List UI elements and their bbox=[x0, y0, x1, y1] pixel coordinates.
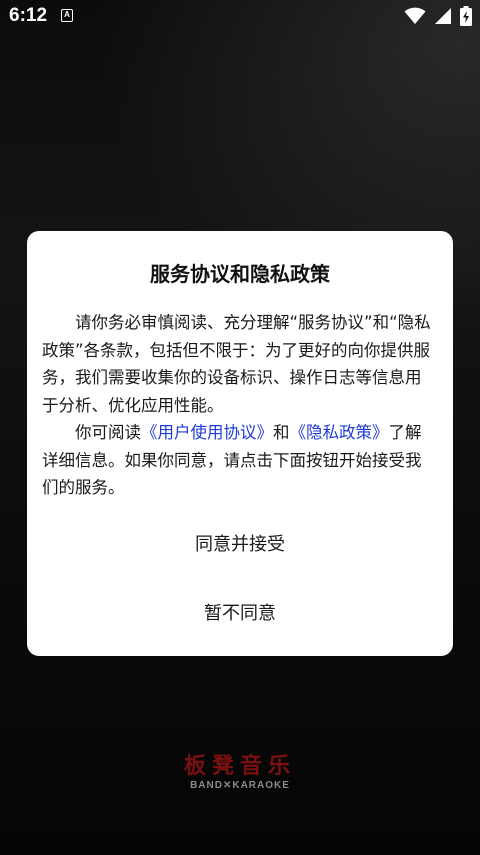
wifi-icon bbox=[404, 7, 426, 24]
brand-logo: 板凳音乐 BAND✕KARAOKE bbox=[0, 748, 480, 791]
dialog-paragraph-2: 你可阅读《用户使用协议》和《隐私政策》了解详细信息。如果你同意，请点击下面按钮开… bbox=[42, 419, 436, 502]
status-time: 6:12 bbox=[9, 5, 48, 26]
user-agreement-link[interactable]: 《用户使用协议》 bbox=[141, 423, 273, 442]
dialog-body: 请你务必审慎阅读、充分理解“服务协议”和“隐私政策”各条款，包括但不限于：为了更… bbox=[42, 309, 436, 502]
battery-charging-icon bbox=[460, 6, 472, 26]
brand-name-cn: 板凳音乐 bbox=[183, 754, 296, 779]
decline-button[interactable]: 暂不同意 bbox=[27, 599, 453, 625]
para2-prefix: 你可阅读 bbox=[75, 423, 141, 442]
agree-button[interactable]: 同意并接受 bbox=[27, 530, 453, 556]
status-bar: 6:12 A bbox=[0, 0, 480, 32]
notification-icon: A bbox=[61, 9, 73, 22]
brand-name-en: BAND✕KARAOKE bbox=[190, 780, 290, 791]
dialog-title: 服务协议和隐私政策 bbox=[150, 262, 330, 286]
dialog-paragraph-1: 请你务必审慎阅读、充分理解“服务协议”和“隐私政策”各条款，包括但不限于：为了更… bbox=[42, 313, 431, 415]
para2-and: 和 bbox=[273, 423, 290, 442]
status-icons bbox=[404, 6, 472, 26]
privacy-dialog: 服务协议和隐私政策 请你务必审慎阅读、充分理解“服务协议”和“隐私政策”各条款，… bbox=[27, 231, 453, 656]
signal-icon bbox=[435, 8, 451, 24]
privacy-policy-link[interactable]: 《隐私政策》 bbox=[290, 423, 389, 442]
